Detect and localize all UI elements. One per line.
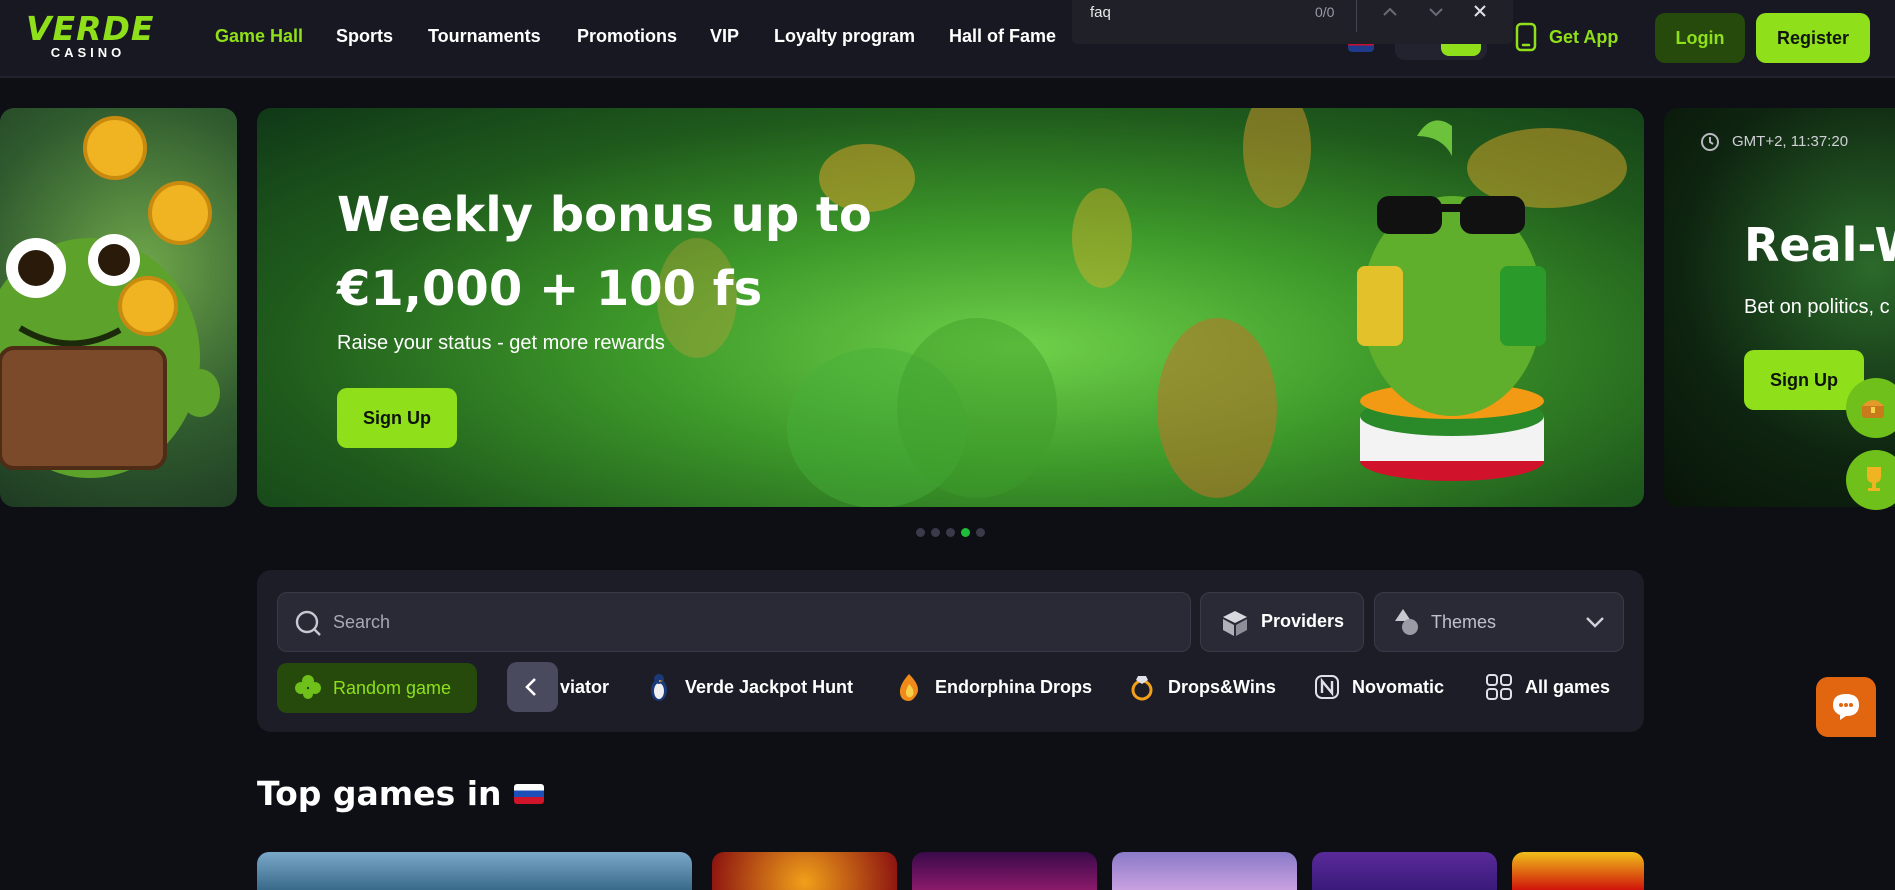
top-games-title: Top games in <box>257 774 502 813</box>
carousel-dot-3[interactable] <box>946 528 955 537</box>
live-chat-button[interactable] <box>1816 677 1876 737</box>
hero-sign-up-button[interactable]: Sign Up <box>337 388 457 448</box>
game-thumbnail-6[interactable] <box>1512 852 1644 890</box>
chevron-left-icon <box>525 678 536 696</box>
chevron-down-icon[interactable] <box>1428 5 1444 19</box>
monster-wallet-illustration <box>0 116 220 478</box>
chevron-down-icon <box>1586 617 1604 628</box>
themes-dropdown[interactable]: Themes <box>1374 592 1624 652</box>
category-verde-jackpot-hunt[interactable]: Verde Jackpot Hunt <box>645 667 853 707</box>
nav-game-hall[interactable]: Game Hall <box>215 26 303 47</box>
find-match-count: 0/0 <box>1315 4 1335 20</box>
category-endorphina-drops-label: Endorphina Drops <box>935 676 1092 697</box>
search-input[interactable]: Search <box>277 592 1191 652</box>
novomatic-logo-icon <box>1315 675 1339 699</box>
smartphone-icon <box>1515 22 1537 52</box>
server-time: GMT+2, 11:37:20 <box>1732 133 1849 150</box>
themes-label: Themes <box>1431 612 1497 632</box>
hero-title-line2: €1,000 + 100 fs <box>337 261 763 317</box>
fire-drop-icon <box>899 674 918 701</box>
grid-icon <box>1486 674 1512 700</box>
find-divider <box>1356 0 1357 32</box>
nav-tournaments[interactable]: Tournaments <box>428 26 541 47</box>
category-all-games-label: All games <box>1525 676 1611 697</box>
clover-icon <box>295 675 321 699</box>
chat-bubble-icon <box>1833 694 1859 720</box>
next-banner-title: Real-W <box>1744 218 1895 272</box>
slovenia-flag-icon <box>513 783 544 804</box>
game-thumbnail-1[interactable] <box>257 852 692 890</box>
hero-subtitle: Raise your status - get more rewards <box>337 332 665 354</box>
game-thumbnail-2[interactable] <box>712 852 897 890</box>
close-icon[interactable] <box>1472 3 1488 19</box>
category-verde-jackpot-hunt-label: Verde Jackpot Hunt <box>685 676 854 697</box>
carousel-dot-5[interactable] <box>976 528 985 537</box>
trophy-icon <box>1867 467 1881 491</box>
category-aviator[interactable]: viator <box>560 667 609 707</box>
find-query-input[interactable]: faq <box>1090 4 1111 21</box>
search-placeholder: Search <box>333 612 391 632</box>
banner-left-partial[interactable] <box>0 108 237 507</box>
nav-vip[interactable]: VIP <box>710 26 739 47</box>
carousel-dot-4-active[interactable] <box>961 528 970 537</box>
carousel-dot-2[interactable] <box>931 528 940 537</box>
shapes-icon <box>1395 609 1418 635</box>
providers-filter-button[interactable]: Providers <box>1200 592 1364 652</box>
hero-banner[interactable]: Weekly bonus up to €1,000 + 100 fs Raise… <box>257 108 1644 507</box>
treasure-chest-icon <box>1862 400 1884 418</box>
game-thumbnail-4[interactable] <box>1112 852 1297 890</box>
logo-subtitle: CASINO <box>50 45 126 60</box>
nav-hall-of-fame[interactable]: Hall of Fame <box>949 26 1056 47</box>
get-app-link[interactable]: Get App <box>1515 22 1618 52</box>
register-button[interactable]: Register <box>1756 13 1870 63</box>
penguin-icon <box>651 674 667 701</box>
top-header: VERDE CASINO Game Hall Sports Tournament… <box>0 0 1895 78</box>
nav-sports[interactable]: Sports <box>336 26 393 47</box>
category-all-games[interactable]: All games <box>1485 667 1610 707</box>
hero-title: Weekly bonus up to €1,000 + 100 fs <box>337 178 872 326</box>
login-button[interactable]: Login <box>1655 13 1745 63</box>
gem-ring-icon <box>1131 676 1153 701</box>
category-drops-and-wins[interactable]: Drops&Wins <box>1128 667 1276 707</box>
clock-icon <box>1701 133 1719 151</box>
hero-title-line1: Weekly bonus up to <box>337 187 872 243</box>
cube-icon <box>1223 611 1247 636</box>
next-banner-subtitle: Bet on politics, c <box>1744 296 1890 318</box>
category-scroll-left-button[interactable] <box>507 662 558 712</box>
chevron-up-icon[interactable] <box>1382 5 1398 19</box>
top-games-heading: Top games in <box>257 774 544 813</box>
category-drops-and-wins-label: Drops&Wins <box>1168 676 1276 697</box>
category-novomatic-label: Novomatic <box>1352 676 1445 697</box>
game-thumbnail-3[interactable] <box>912 852 1097 890</box>
category-endorphina-drops[interactable]: Endorphina Drops <box>895 667 1092 707</box>
game-thumbnail-5[interactable] <box>1312 852 1497 890</box>
monster-sunglasses-mascot-illustration <box>1357 120 1546 481</box>
logo-wordmark: VERDE <box>26 9 155 48</box>
providers-label: Providers <box>1261 611 1345 631</box>
search-icon <box>295 610 321 636</box>
category-novomatic[interactable]: Novomatic <box>1314 667 1444 707</box>
nav-loyalty-program[interactable]: Loyalty program <box>774 26 915 47</box>
random-game-button[interactable]: Random game <box>277 663 477 713</box>
get-app-label: Get App <box>1549 26 1619 47</box>
carousel-dot-1[interactable] <box>916 528 925 537</box>
nav-promotions[interactable]: Promotions <box>577 26 677 47</box>
verde-casino-logo[interactable]: VERDE CASINO <box>26 12 156 60</box>
category-aviator-label: viator <box>560 676 610 697</box>
random-game-label: Random game <box>333 677 452 698</box>
find-in-page-bar: faq 0/0 <box>1072 0 1513 44</box>
banner-right-partial[interactable]: GMT+2, 11:37:20 Real-W Bet on politics, … <box>1664 108 1895 507</box>
